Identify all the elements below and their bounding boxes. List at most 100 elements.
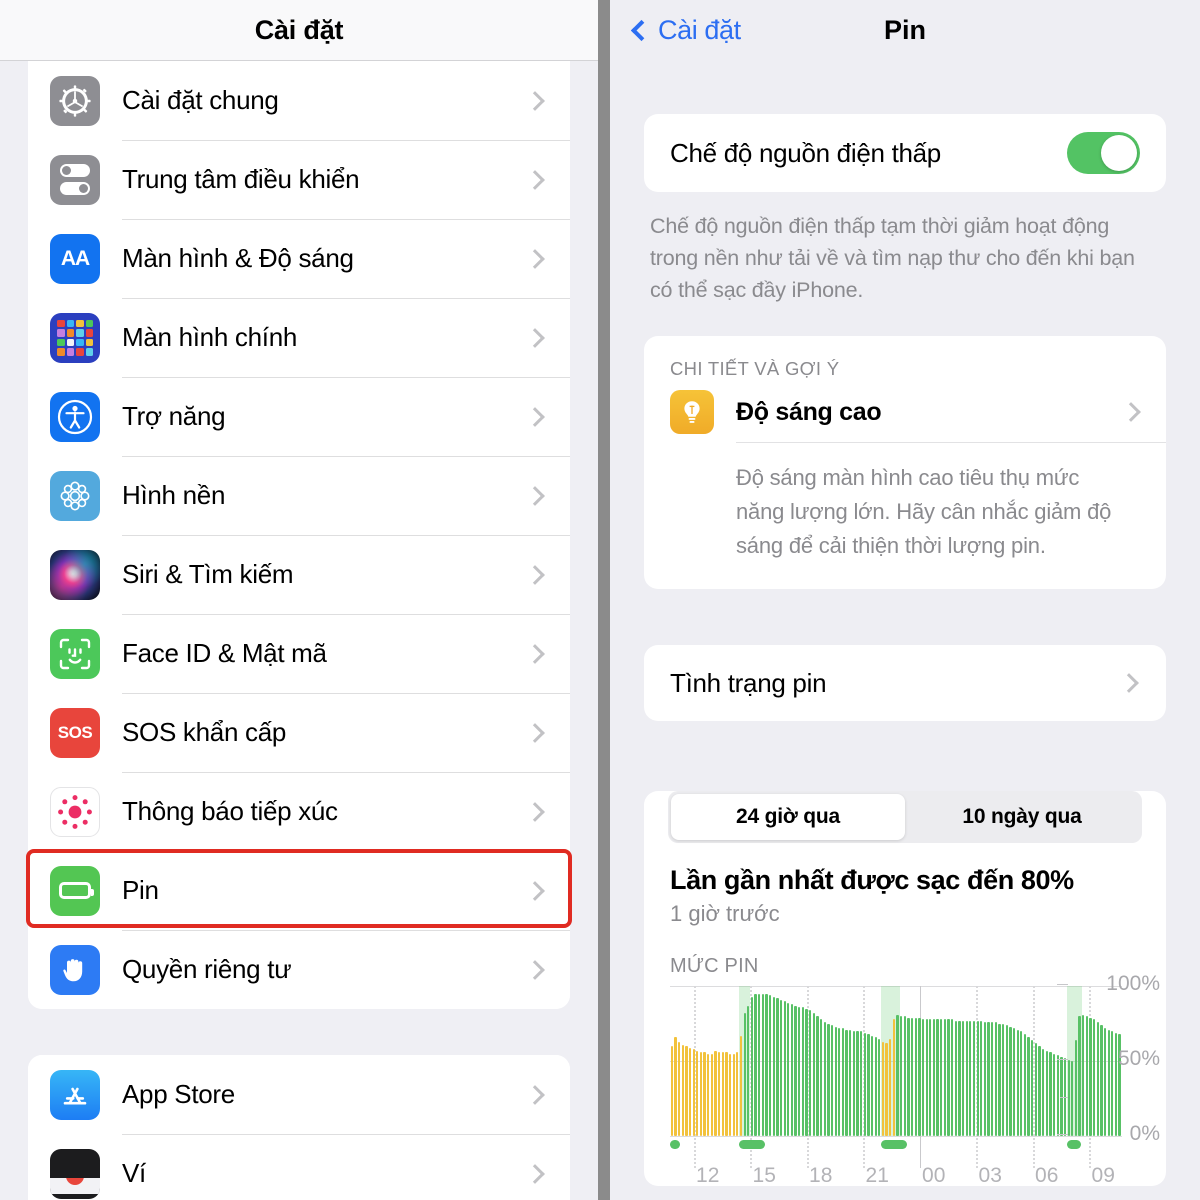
sidebar-item-privacy[interactable]: Quyền riêng tư [28,930,570,1009]
chart-bar [750,996,754,1136]
sidebar-item-siri-search[interactable]: Siri & Tìm kiếm [28,535,570,614]
suggestion-item-high-brightness[interactable]: Độ sáng cao [644,384,1166,442]
segment-24-hours[interactable]: 24 giờ qua [671,794,905,840]
chart-bar [918,1017,921,1136]
chart-bar [1009,1026,1012,1136]
sidebar-item-general[interactable]: Cài đặt chung [28,61,570,140]
sidebar-item-emergency-sos[interactable]: SOS SOS khẩn cấp [28,693,570,772]
sidebar-item-accessibility[interactable]: Trợ năng [28,377,570,456]
sidebar-item-label: Pin [122,875,159,905]
chart-bar [1012,1028,1016,1136]
chart-bar [929,1019,932,1136]
chevron-right-icon [525,485,545,506]
chart-x-tick-label: 06 [1035,1164,1059,1187]
display-brightness-icon: AA [50,233,100,284]
chart-bar [867,1034,870,1136]
chart-bar [685,1046,688,1136]
sidebar-item-wallet[interactable]: Ví [28,1134,570,1200]
chart-bar [736,1052,739,1136]
chart-x-tick-label: 18 [809,1164,833,1187]
chart-x-tick-label: 21 [865,1164,889,1187]
chart-bar [830,1025,834,1136]
sidebar-item-label: Màn hình & Độ sáng [122,243,354,273]
chart-charge-dot [739,1140,766,1149]
chart-charge-dot [1067,1140,1082,1149]
sidebar-item-wallpaper[interactable]: Hình nền [28,456,570,535]
chart-y-tick-label: 50% [1117,1047,1160,1070]
battery-health-card: Tình trạng pin [644,645,1166,721]
dual-screenshot-container: Cài đặt Cài đặt chung Trung tâm điều khi… [0,0,1200,1200]
chart-bar [1001,1023,1005,1136]
chevron-right-icon [525,169,545,190]
face-id-icon [50,628,100,679]
chart-bar [1005,1025,1008,1136]
chevron-right-icon [1121,402,1141,422]
sidebar-item-label: Cài đặt chung [122,85,279,115]
battery-navigation-bar: Cài đặt Pin [610,0,1200,60]
low-power-mode-row[interactable]: Chế độ nguồn điện thấp [644,114,1166,192]
chart-bar [980,1020,983,1136]
chart-bar [779,999,783,1136]
back-button[interactable]: Cài đặt [630,15,741,46]
chart-bar [1042,1049,1045,1136]
chevron-right-icon [525,1163,545,1184]
siri-icon [50,549,100,600]
home-screen-icon [50,312,100,363]
chart-bar [991,1022,994,1136]
chart-bar [987,1022,990,1136]
chart-bar [1031,1040,1034,1136]
chart-bar [1045,1050,1048,1136]
wallet-icon [50,1148,100,1199]
sidebar-item-display-brightness[interactable]: AA Màn hình & Độ sáng [28,219,570,298]
chart-bar [768,995,772,1136]
time-range-segmented-control[interactable]: 24 giờ qua 10 ngày qua [668,791,1142,843]
app-store-icon [50,1069,100,1120]
sidebar-item-label: Ví [122,1158,146,1188]
chart-bar [947,1019,950,1136]
chart-bar [692,1049,695,1136]
chart-bar [969,1020,972,1136]
chart-x-tick-label: 15 [752,1164,776,1187]
chart-bar [790,1004,794,1136]
chart-bar [805,1008,808,1136]
sidebar-item-face-id[interactable]: Face ID & Mật mã [28,614,570,693]
sidebar-item-label: Thông báo tiếp xúc [122,796,338,826]
sidebar-item-exposure-notifications[interactable]: Thông báo tiếp xúc [28,772,570,851]
chart-bar [896,1014,899,1136]
gear-icon [50,75,100,126]
chart-bar [936,1019,939,1136]
chart-plot-area [670,986,1122,1168]
chart-bar [743,1013,746,1136]
sidebar-item-label: App Store [122,1079,235,1109]
sidebar-item-control-center[interactable]: Trung tâm điều khiển [28,140,570,219]
chart-bar [710,1053,713,1136]
chart-bar [998,1023,1001,1136]
chart-bar [983,1022,987,1136]
chart-y-tick-mark [1057,1134,1068,1135]
chart-bar [914,1017,917,1136]
chevron-right-icon [1119,673,1139,693]
sidebar-item-label: Màn hình chính [122,322,298,352]
chart-bar [961,1020,965,1136]
sidebar-item-app-store[interactable]: App Store [28,1055,570,1134]
battery-health-row[interactable]: Tình trạng pin [644,645,1166,721]
sidebar-item-battery[interactable]: Pin [28,851,570,930]
chart-y-tick-mark [1057,1059,1068,1060]
chart-x-tick-label: 03 [978,1164,1002,1187]
chart-bar [1034,1043,1038,1136]
chart-bar [972,1020,976,1136]
chart-bar [681,1044,684,1136]
last-charge-title: Lần gần nhất được sạc đến 80% [670,865,1074,895]
toggle-knob [1101,135,1137,171]
chart-bar [965,1020,968,1136]
segment-10-days[interactable]: 10 ngày qua [905,794,1139,840]
settings-group-services: App Store Ví [28,1055,570,1200]
chart-y-tick-mark [1057,984,1068,985]
suggestion-label: Độ sáng cao [736,397,882,426]
low-power-mode-toggle[interactable] [1067,132,1140,174]
settings-scroll-area[interactable]: Cài đặt chung Trung tâm điều khiển AA Mà… [0,61,598,1200]
sidebar-item-home-screen[interactable]: Màn hình chính [28,298,570,377]
chart-bar [1038,1046,1041,1136]
chart-bar [816,1016,819,1136]
chevron-right-icon [525,880,545,901]
